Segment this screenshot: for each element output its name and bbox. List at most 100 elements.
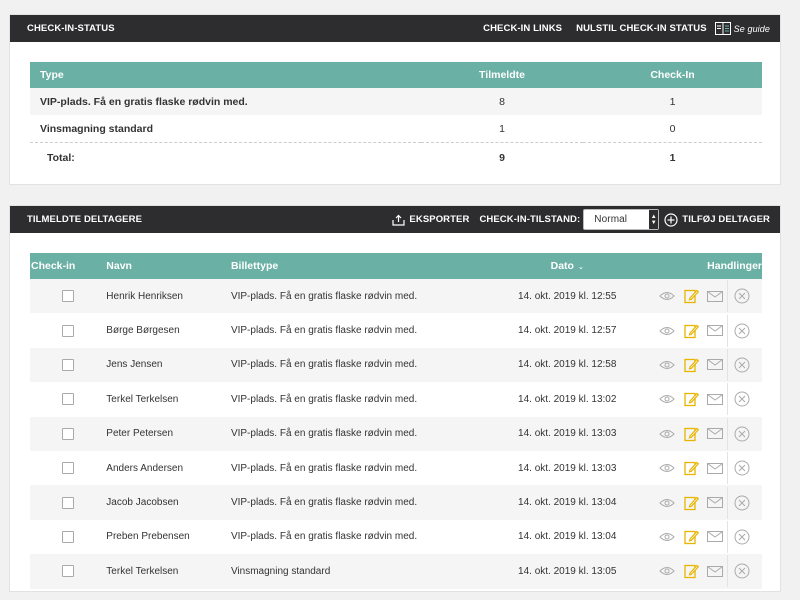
participant-date: 14. okt. 2019 kl. 12:58 [480,347,654,383]
col-date[interactable]: Dato ⌄ [480,253,654,279]
checkin-checkbox[interactable] [61,358,74,371]
participant-name: Henrik Henriksen [105,279,230,314]
guide-link[interactable]: Se guide [714,22,770,35]
mail-icon[interactable] [703,280,727,312]
edit-icon[interactable] [679,315,703,347]
checkin-state-label: CHECK-IN-TILSTAND: [479,214,581,225]
actions-cell [654,347,762,383]
table-row: Børge Børgesen VIP-plads. Få en gratis f… [30,313,762,347]
table-row: Vinsmagning standard 1 0 [30,115,762,143]
mail-icon[interactable] [703,487,727,519]
participant-ticket: VIP-plads. Få en gratis flaske rødvin me… [230,462,418,474]
edit-icon[interactable] [679,521,703,553]
delete-icon[interactable] [727,486,754,519]
export-button[interactable]: EKSPORTER [392,214,469,226]
edit-icon[interactable] [679,383,703,415]
mail-icon[interactable] [703,349,727,381]
checkin-checkbox[interactable] [61,496,74,509]
edit-icon[interactable] [679,487,703,519]
edit-icon[interactable] [679,418,703,450]
view-icon[interactable] [655,418,679,450]
delete-icon[interactable] [727,348,754,381]
participant-date: 14. okt. 2019 kl. 13:03 [480,416,654,451]
edit-icon[interactable] [679,452,703,484]
checkin-state-value: Normal [594,214,628,225]
guide-book-icon [714,22,731,35]
delete-icon[interactable] [727,417,754,450]
ticket-type: VIP-plads. Få en gratis flaske rødvin me… [30,88,421,115]
add-participant-button[interactable]: TILFØJ DELTAGER [664,212,770,227]
mail-icon[interactable] [703,521,727,553]
delete-icon[interactable] [727,383,754,416]
table-row: Jens Jensen VIP-plads. Få en gratis flas… [30,347,762,383]
view-icon[interactable] [655,315,679,347]
col-name[interactable]: Navn [105,253,230,279]
total-checkin: 1 [583,142,762,173]
view-icon[interactable] [655,555,679,587]
mail-icon[interactable] [703,315,727,347]
table-row: Terkel Terkelsen Vinsmagning standard 14… [30,554,762,589]
checkin-checkbox[interactable] [61,324,74,337]
reset-checkin-status-link[interactable]: NULSTIL CHECK-IN STATUS [576,23,707,34]
view-icon[interactable] [655,521,679,553]
checkin-status-table: Type Tilmeldte Check-In VIP-plads. Få en… [30,62,762,173]
col-checkin: Check-In [583,62,762,88]
delete-icon[interactable] [727,452,754,485]
mail-icon[interactable] [703,383,727,415]
mail-icon[interactable] [703,555,727,587]
table-row: Jacob Jacobsen VIP-plads. Få en gratis f… [30,485,762,520]
sort-down-icon: ⌄ [577,264,584,271]
participant-ticket: VIP-plads. Få en gratis flaske rødvin me… [229,347,481,383]
table-row: VIP-plads. Få en gratis flaske rødvin me… [30,88,762,115]
checkin-checkbox[interactable] [61,427,74,440]
participant-name: Terkel Terkelsen [105,554,230,589]
checkin-checkbox[interactable] [61,530,74,543]
view-icon[interactable] [655,383,679,415]
checkin-cell [30,279,106,314]
actions-cell [654,485,762,520]
checkin-count: 1 [583,88,762,115]
checkin-links-link[interactable]: CHECK-IN LINKS [483,23,562,34]
table-row: Terkel Terkelsen VIP-plads. Få en gratis… [30,382,762,416]
participant-date: 14. okt. 2019 kl. 12:55 [480,279,654,314]
delete-icon[interactable] [727,280,754,313]
view-icon[interactable] [655,349,679,381]
participant-name: Preben Prebensen [106,531,190,543]
checkin-cell [30,382,105,416]
checkin-checkbox[interactable] [61,290,74,303]
edit-icon[interactable] [679,280,703,312]
checkin-status-panel: CHECK-IN-STATUS CHECK-IN LINKS NULSTIL C… [9,14,781,185]
view-icon[interactable] [655,452,679,484]
delete-icon[interactable] [727,520,754,553]
col-ticket-type[interactable]: Billettype [229,253,481,279]
participant-name: Jens Jensen [105,347,230,383]
edit-icon[interactable] [679,349,703,381]
actions-cell [654,520,762,554]
checkin-checkbox[interactable] [61,462,74,475]
delete-icon[interactable] [727,314,754,347]
checkin-cell [30,520,105,554]
participant-date: 14. okt. 2019 kl. 13:04 [518,531,617,543]
checkin-checkbox[interactable] [61,565,74,578]
checkin-checkbox[interactable] [61,393,74,406]
participant-name: Anders Andersen [106,462,184,474]
actions-cell [654,279,762,314]
delete-icon[interactable] [727,555,754,588]
checkin-state-select[interactable]: Normal ▲ ▼ [583,209,660,230]
checkin-cell [30,554,106,589]
participant-ticket: VIP-plads. Få en gratis flaske rødvin me… [230,393,418,405]
chevron-down-icon: ▲ ▼ [649,210,659,229]
participant-date: 14. okt. 2019 kl. 13:03 [518,462,617,474]
mail-icon[interactable] [703,418,727,450]
checkin-cell [30,416,106,451]
edit-icon[interactable] [679,555,703,587]
export-icon [392,214,406,226]
participant-date: 14. okt. 2019 kl. 13:05 [480,554,654,589]
view-icon[interactable] [655,280,679,312]
participant-name: Børge Børgesen [106,325,180,337]
mail-icon[interactable] [703,452,727,484]
participant-ticket: VIP-plads. Få en gratis flaske rødvin me… [229,485,481,520]
view-icon[interactable] [655,487,679,519]
col-type: Type [30,62,421,88]
actions-cell [654,554,762,589]
